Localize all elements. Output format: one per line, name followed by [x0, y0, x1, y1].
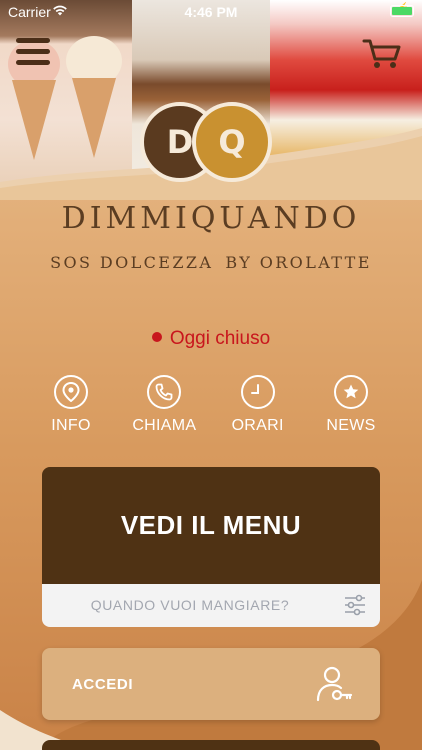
cart-icon[interactable]	[362, 38, 402, 70]
action-info-label: INFO	[51, 417, 91, 434]
next-card-peek	[42, 740, 380, 750]
action-orari[interactable]: ORARI	[215, 375, 301, 435]
status-dot	[151, 332, 162, 342]
brand-logo: D Q	[140, 102, 272, 186]
store-status: Oggi chiuso	[0, 328, 422, 350]
clock-icon	[240, 375, 275, 409]
brand-subtitle: SOS DOLCEZZA BY OROLATTE	[0, 253, 422, 272]
battery-icon	[390, 5, 414, 17]
hamburger-icon[interactable]	[16, 38, 50, 66]
menu-card: VEDI IL MENU QUANDO VUOI MANGIARE?	[42, 467, 380, 627]
star-bubble-icon	[333, 375, 368, 409]
status-bar: Carrier 4:46 PM ⚡	[0, 0, 422, 24]
action-news-label: NEWS	[326, 417, 376, 434]
sliders-icon[interactable]	[344, 594, 366, 616]
store-status-text: Oggi chiuso	[169, 328, 271, 349]
login-label: ACCEDI	[72, 676, 134, 693]
location-pin-icon	[54, 375, 88, 409]
action-chiama[interactable]: CHIAMA	[121, 375, 207, 435]
action-news[interactable]: NEWS	[308, 375, 394, 435]
user-key-icon	[316, 666, 353, 702]
login-button[interactable]: ACCEDI	[42, 648, 380, 720]
when-to-eat-placeholder: QUANDO VUOI MANGIARE?	[90, 597, 290, 613]
brand-title: DIMMIQUANDO	[61, 201, 361, 236]
logo-letter-q: Q	[192, 102, 272, 182]
view-menu-button[interactable]: VEDI IL MENU	[42, 467, 380, 584]
when-to-eat-selector[interactable]: QUANDO VUOI MANGIARE?	[42, 584, 380, 627]
action-chiama-label: CHIAMA	[132, 417, 197, 434]
phone-icon	[147, 375, 182, 409]
view-menu-label: VEDI IL MENU	[120, 510, 302, 540]
brand-subtitle-right: BY OROLATTE	[225, 253, 372, 272]
quick-actions: INFO CHIAMA ORARI NEWS	[28, 375, 394, 435]
action-info[interactable]: INFO	[28, 375, 114, 435]
action-orari-label: ORARI	[231, 417, 284, 434]
brand-subtitle-left: SOS DOLCEZZA	[50, 253, 214, 272]
clock-time: 4:46 PM	[184, 4, 238, 20]
